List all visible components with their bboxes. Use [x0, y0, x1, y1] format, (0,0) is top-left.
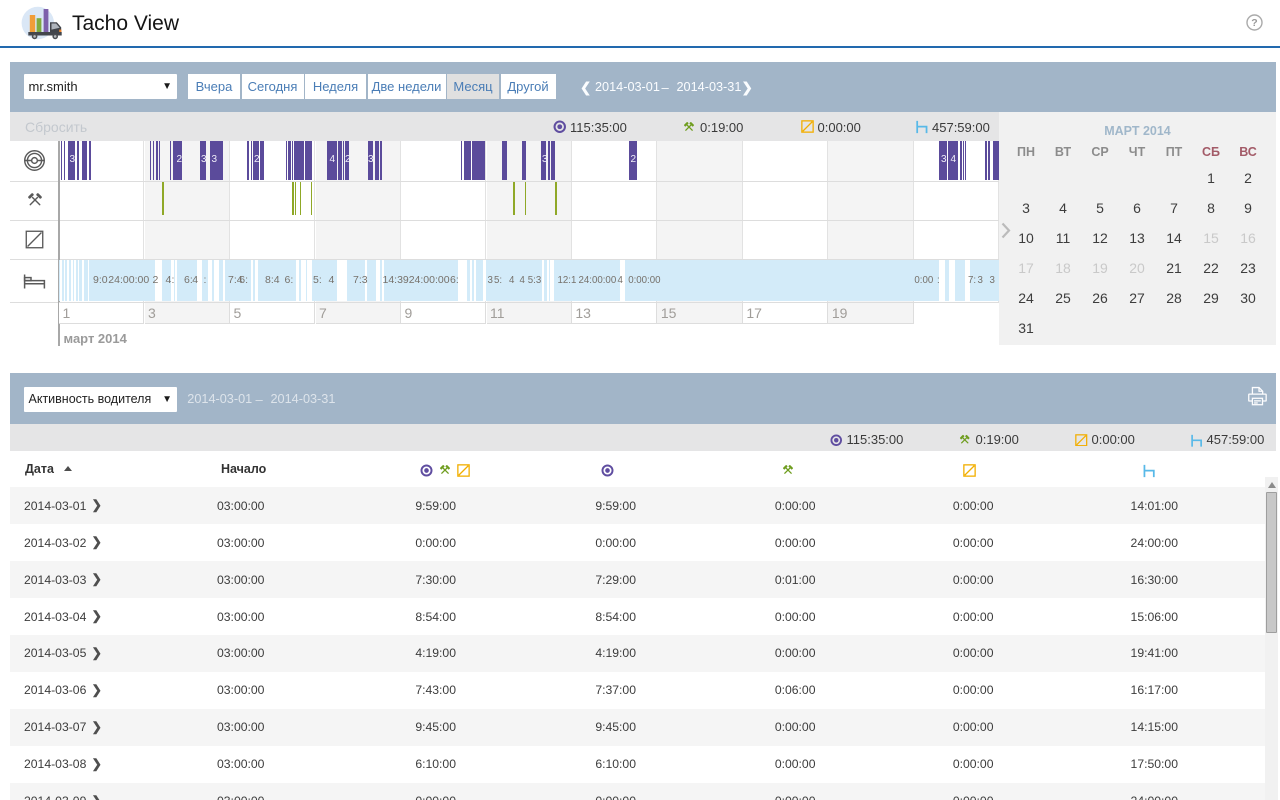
svg-text:?: ?	[1251, 17, 1257, 29]
